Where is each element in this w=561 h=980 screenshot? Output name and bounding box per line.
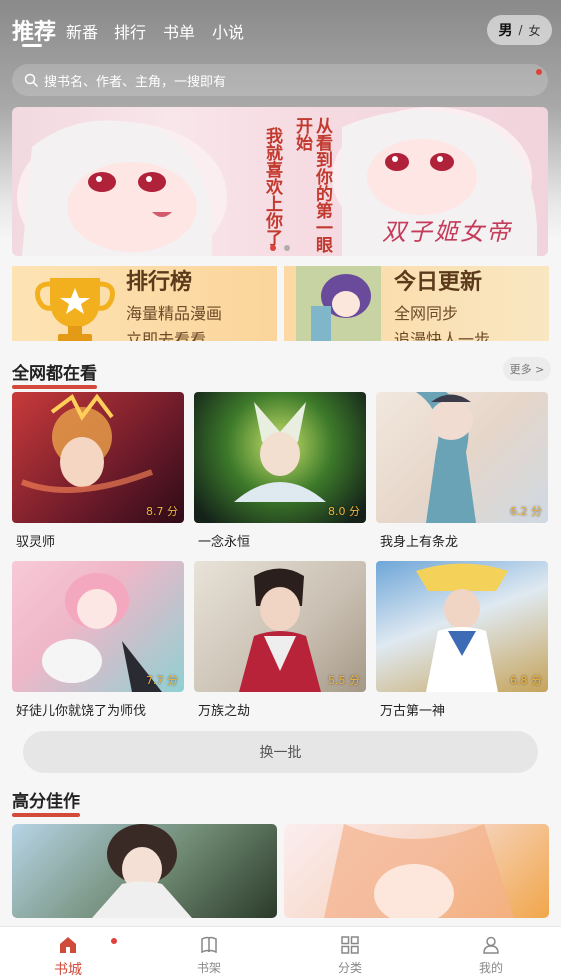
- high-score-card[interactable]: [284, 824, 549, 918]
- comic-card[interactable]: 7.7 分 好徒儿你就饶了为师伐: [12, 561, 184, 719]
- comic-title: 好徒儿你就饶了为师伐: [16, 704, 147, 719]
- section-title-high-score-label: 高分佳作: [12, 792, 80, 812]
- bookshelf-icon: [201, 936, 217, 954]
- comic-card[interactable]: 5.5 分 万族之劫: [194, 561, 366, 719]
- comic-cover: 7.7 分: [12, 561, 184, 692]
- today-update-title: 今日更新: [394, 270, 483, 295]
- search-placeholder: 搜书名、作者、主角，一搜即有: [44, 74, 227, 90]
- home-icon: [60, 937, 76, 953]
- comic-title: 驭灵师: [16, 535, 56, 550]
- nav-category-label: 分类: [337, 961, 362, 975]
- comic-cover: 5.5 分: [194, 561, 366, 692]
- nav-profile[interactable]: 我的: [451, 935, 531, 976]
- today-update-line1: 全网同步: [394, 304, 459, 323]
- tab-recommend-label: 推荐: [12, 20, 57, 45]
- nav-bookshelf[interactable]: 书架: [169, 935, 249, 976]
- carousel-indicators: [270, 245, 290, 251]
- top-nav: 推荐 新番 排行 书单 小说 男 / 女: [0, 0, 561, 58]
- tab-recommend[interactable]: 推荐: [12, 14, 57, 47]
- nav-profile-label: 我的: [478, 961, 503, 975]
- banner-carousel[interactable]: 从看到你的第一眼开始 我就喜欢上你了 双子姬女帝: [12, 107, 548, 256]
- comic-cover: 8.7 分: [12, 392, 184, 523]
- high-score-cover-art: [324, 824, 514, 918]
- nav-bookstore-label: 书城: [54, 962, 82, 978]
- more-button[interactable]: 更多 >: [503, 357, 551, 381]
- carousel-dot-active: [270, 245, 276, 251]
- banner-slogan-line1: 从看到你的第一眼开始: [292, 117, 332, 253]
- comic-cover: 6.8 分: [376, 561, 548, 692]
- tab-ranking[interactable]: 排行: [114, 19, 146, 43]
- section-title-underline: [12, 385, 97, 389]
- refresh-batch-button[interactable]: 换一批: [23, 731, 538, 773]
- tab-new[interactable]: 新番: [66, 19, 98, 43]
- comic-title: 一念永恒: [198, 535, 251, 550]
- comic-card[interactable]: 8.0 分 一念永恒: [194, 392, 366, 550]
- comic-score: 6.2 分: [510, 505, 542, 518]
- comic-title: 万古第一神: [380, 704, 446, 719]
- today-update-entry[interactable]: 今日更新 全网同步 追漫快人一步: [284, 266, 549, 341]
- category-grid-icon: [341, 936, 359, 954]
- ranking-title: 排行榜: [126, 270, 193, 295]
- comic-score: 7.7 分: [146, 674, 178, 687]
- comic-card[interactable]: 6.2 分 我身上有条龙: [376, 392, 548, 550]
- nav-bookstore[interactable]: 书城: [28, 935, 108, 979]
- comic-cover: 6.2 分: [376, 392, 548, 523]
- high-score-card[interactable]: [12, 824, 277, 918]
- ranking-line2: 立即去看看: [126, 330, 207, 341]
- comic-card[interactable]: 6.8 分 万古第一神: [376, 561, 548, 719]
- trophy-icon: [35, 278, 115, 341]
- comic-score: 8.0 分: [328, 505, 360, 518]
- active-tab-indicator: [22, 44, 42, 47]
- notification-dot: [536, 69, 542, 75]
- tab-novel[interactable]: 小说: [212, 19, 244, 43]
- comic-title: 万族之劫: [198, 704, 251, 719]
- comic-card[interactable]: 8.7 分 驭灵师: [12, 392, 184, 550]
- comic-score: 8.7 分: [146, 505, 178, 518]
- section-title-popular-label: 全网都在看: [12, 364, 97, 384]
- today-update-line2: 追漫快人一步: [394, 330, 491, 341]
- high-score-cover-art: [92, 824, 192, 918]
- bottom-nav: 书城 书架 分类 我的: [0, 926, 561, 980]
- section-title-underline: [12, 813, 80, 817]
- tab-booklist[interactable]: 书单: [163, 19, 195, 43]
- nav-bookshelf-label: 书架: [196, 961, 221, 975]
- gender-toggle[interactable]: 男 / 女: [487, 15, 552, 45]
- banner-slogan-line2: 我就喜欢上你了: [262, 127, 282, 246]
- comic-title: 我身上有条龙: [380, 535, 459, 550]
- profile-icon: [483, 936, 499, 954]
- banner-comic-title: 双子姬女帝: [382, 218, 512, 246]
- gender-male[interactable]: 男: [498, 20, 512, 40]
- search-bar[interactable]: 搜书名、作者、主角，一搜即有: [12, 64, 548, 96]
- comic-score: 5.5 分: [328, 674, 360, 687]
- nav-notification-dot: [111, 938, 117, 944]
- ranking-line1: 海量精品漫画: [126, 304, 223, 323]
- section-title-high-score: 高分佳作: [12, 787, 80, 817]
- section-title-popular: 全网都在看: [12, 359, 97, 389]
- gender-female[interactable]: 女: [529, 22, 541, 39]
- search-icon: [24, 73, 38, 87]
- comic-score: 6.8 分: [510, 674, 542, 687]
- gender-separator: /: [518, 23, 523, 37]
- ranking-entry[interactable]: 排行榜 海量精品漫画 立即去看看: [12, 266, 277, 341]
- carousel-dot: [284, 245, 290, 251]
- comic-cover: 8.0 分: [194, 392, 366, 523]
- nav-category[interactable]: 分类: [310, 935, 390, 976]
- today-update-illustration: [296, 266, 381, 341]
